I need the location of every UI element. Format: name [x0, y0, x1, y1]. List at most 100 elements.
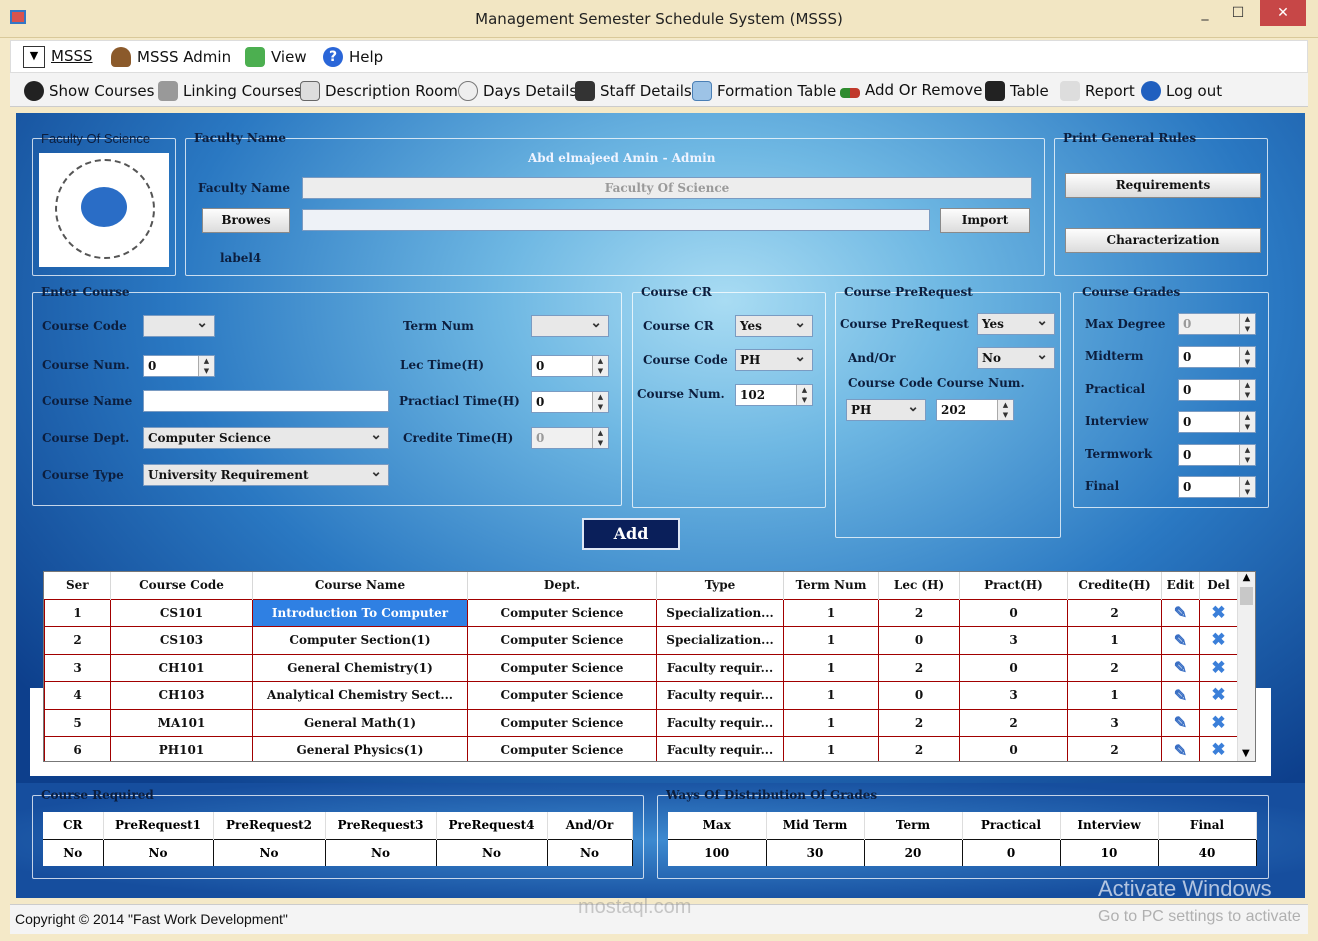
grid-header-cell[interactable]: Ser [44, 572, 111, 599]
tool-report[interactable]: Report [1060, 81, 1135, 101]
table-cell[interactable]: 2 [1067, 736, 1162, 761]
table-cell[interactable]: Faculty requir... [656, 653, 784, 682]
table-row[interactable]: 6 PH101 General Physics(1) Computer Science… [44, 736, 1238, 761]
table-cell[interactable]: 2 [878, 598, 960, 627]
table-cell[interactable]: 3 [959, 626, 1068, 655]
table-cell[interactable]: 2 [44, 626, 111, 655]
table-cell[interactable]: Computer Science [467, 653, 657, 682]
table-cell[interactable]: Analytical Chemistry Sect... [252, 681, 468, 710]
grid-header-cell[interactable]: Lec (H) [878, 572, 960, 599]
table-cell[interactable]: CS101 [110, 598, 253, 627]
prereq-code-select[interactable]: PH [846, 399, 926, 421]
spinner-icon[interactable]: ▲ ▼ [1239, 380, 1255, 400]
table-cell[interactable]: General Math(1) [252, 708, 468, 737]
scroll-up-icon[interactable]: ▲ [1238, 572, 1255, 583]
table-cell[interactable]: 1 [1067, 681, 1162, 710]
table-cell[interactable]: Faculty requir... [656, 708, 784, 737]
faculty-name-input[interactable]: Faculty Of Science [302, 177, 1032, 199]
import-button[interactable]: Import [940, 208, 1030, 233]
table-cell[interactable]: Computer Science [467, 681, 657, 710]
table-cell[interactable]: 0 [959, 736, 1068, 761]
tool-show-courses[interactable]: Show Courses [24, 81, 154, 101]
table-cell[interactable]: 0 [878, 626, 960, 655]
credit-time-input[interactable]: 0 ▲ ▼ [531, 427, 609, 449]
spinner-icon[interactable]: ▲ ▼ [592, 392, 608, 412]
requirements-button[interactable]: Requirements [1065, 173, 1261, 198]
tool-description-room[interactable]: Description Room [300, 81, 458, 101]
grid-header-cell[interactable]: Credite(H) [1067, 572, 1162, 599]
prereq-num-input[interactable]: 202 ▲ ▼ [936, 399, 1014, 421]
termwork-input[interactable]: 0 ▲ ▼ [1178, 444, 1256, 466]
scroll-down-icon[interactable]: ▼ [1242, 748, 1250, 759]
table-cell[interactable]: 1 [1067, 626, 1162, 655]
spinner-icon[interactable]: ▲ ▼ [198, 356, 214, 376]
and-or-select[interactable]: No [977, 347, 1055, 369]
table-row[interactable]: 1 CS101 Introduction To Computer Computer S… [44, 598, 1238, 627]
delete-x-icon[interactable]: ✖ [1199, 626, 1238, 655]
close-button[interactable]: ✕ [1260, 0, 1306, 26]
table-cell[interactable]: CH103 [110, 681, 253, 710]
table-cell[interactable]: Computer Science [467, 708, 657, 737]
menu-help[interactable]: ? Help [323, 47, 383, 67]
grid-header-cell[interactable]: Type [656, 572, 784, 599]
dropdown-icon[interactable]: ▼ [23, 46, 45, 68]
table-cell[interactable]: 0 [959, 598, 1068, 627]
edit-pencil-icon[interactable]: ✎ [1161, 681, 1200, 710]
table-cell[interactable]: Computer Science [467, 736, 657, 761]
menu-msss-admin[interactable]: MSSS Admin [111, 47, 231, 67]
delete-x-icon[interactable]: ✖ [1199, 653, 1238, 682]
table-cell[interactable]: 2 [959, 708, 1068, 737]
midterm-input[interactable]: 0 ▲ ▼ [1178, 346, 1256, 368]
table-cell[interactable]: 1 [783, 653, 879, 682]
table-cell[interactable]: 2 [1067, 653, 1162, 682]
table-cell[interactable]: 1 [783, 681, 879, 710]
course-dept-select[interactable]: Computer Science [143, 427, 389, 449]
table-cell[interactable]: 2 [878, 653, 960, 682]
table-cell[interactable]: MA101 [110, 708, 253, 737]
table-cell[interactable]: 1 [783, 626, 879, 655]
grid-header-cell[interactable]: Course Name [252, 572, 468, 599]
course-cr-select[interactable]: Yes [735, 315, 813, 337]
menu-msss[interactable]: MSSS [51, 47, 93, 65]
table-cell[interactable]: Computer Section(1) [252, 626, 468, 655]
delete-x-icon[interactable]: ✖ [1199, 681, 1238, 710]
spinner-icon[interactable]: ▲ ▼ [796, 385, 812, 405]
grid-header-cell[interactable]: Dept. [467, 572, 657, 599]
table-cell[interactable]: 3 [1067, 708, 1162, 737]
spinner-icon[interactable]: ▲ ▼ [592, 428, 608, 448]
edit-pencil-icon[interactable]: ✎ [1161, 626, 1200, 655]
tool-staff-details[interactable]: Staff Details [575, 81, 692, 101]
table-cell[interactable]: CH101 [110, 653, 253, 682]
table-cell[interactable]: 1 [783, 708, 879, 737]
table-cell[interactable]: Faculty requir... [656, 736, 784, 761]
grid-header-cell[interactable]: Course Code [110, 572, 253, 599]
cr-course-code-select[interactable]: PH [735, 349, 813, 371]
table-cell[interactable]: 1 [783, 598, 879, 627]
tool-days-details[interactable]: Days Details [458, 81, 577, 101]
table-row[interactable]: 2 CS103 Computer Section(1) Computer Scienc… [44, 626, 1238, 655]
table-cell[interactable]: CS103 [110, 626, 253, 655]
table-cell[interactable]: 3 [44, 653, 111, 682]
delete-x-icon[interactable]: ✖ [1199, 598, 1238, 627]
spinner-icon[interactable]: ▲ ▼ [592, 356, 608, 376]
table-cell[interactable]: 2 [1067, 598, 1162, 627]
table-cell[interactable]: 4 [44, 681, 111, 710]
final-input[interactable]: 0 ▲ ▼ [1178, 476, 1256, 498]
table-row[interactable]: 3 CH101 General Chemistry(1) Computer Scien… [44, 653, 1238, 682]
edit-pencil-icon[interactable]: ✎ [1161, 736, 1200, 761]
scroll-thumb[interactable] [1240, 587, 1253, 605]
file-path-input[interactable] [302, 209, 930, 231]
grid-header-cell[interactable]: Edit [1161, 572, 1200, 599]
grid-scrollbar[interactable]: ▲ ▼ [1237, 572, 1255, 761]
table-cell[interactable]: Specialization... [656, 626, 784, 655]
table-cell[interactable]: 1 [44, 598, 111, 627]
table-cell[interactable]: 0 [878, 681, 960, 710]
table-cell[interactable]: General Chemistry(1) [252, 653, 468, 682]
edit-pencil-icon[interactable]: ✎ [1161, 708, 1200, 737]
table-cell[interactable]: 2 [878, 736, 960, 761]
spinner-icon[interactable]: ▲ ▼ [1239, 412, 1255, 432]
tool-log-out[interactable]: Log out [1141, 81, 1222, 101]
tool-linking-courses[interactable]: Linking Courses [158, 81, 302, 101]
spinner-icon[interactable]: ▲ ▼ [997, 400, 1013, 420]
table-row[interactable]: 4 CH103 Analytical Chemistry Sect... Comput… [44, 681, 1238, 710]
